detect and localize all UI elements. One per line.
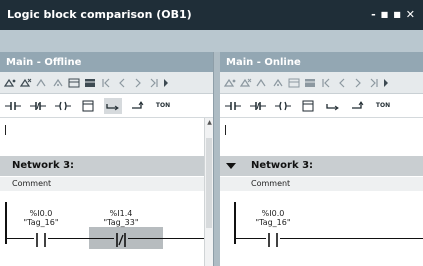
text-cursor: [225, 125, 226, 135]
last-difference-icon[interactable]: [367, 76, 381, 90]
delete-network-icon[interactable]: [19, 76, 33, 90]
first-difference-icon[interactable]: [99, 76, 113, 90]
online-pane: Main - Online TON Network 3: Comment %I0…: [220, 52, 423, 266]
offline-ladder-toolbar: TON: [0, 94, 213, 118]
coil-icon[interactable]: [274, 98, 292, 114]
more-arrow-icon[interactable]: [163, 76, 169, 90]
ton-timer-button[interactable]: TON: [374, 98, 392, 114]
compile-icon[interactable]: [255, 76, 269, 90]
download-icon[interactable]: [51, 76, 65, 90]
window-header-band: [0, 30, 423, 52]
scroll-up-arrow-icon[interactable]: ▲: [206, 118, 213, 127]
online-toolbar: [220, 72, 423, 94]
first-difference-icon[interactable]: [319, 76, 333, 90]
last-difference-icon[interactable]: [147, 76, 161, 90]
network-comment[interactable]: Comment: [220, 177, 423, 191]
restore-icon[interactable]: ■: [381, 8, 389, 22]
scroll-thumb[interactable]: [206, 138, 212, 228]
no-contact-symbol[interactable]: [34, 232, 48, 251]
next-difference-icon[interactable]: [351, 76, 365, 90]
network-comment[interactable]: Comment: [0, 177, 204, 191]
more-arrow-icon[interactable]: [383, 76, 389, 90]
network-3-header[interactable]: Network 3:: [0, 156, 204, 176]
insert-network-icon[interactable]: [223, 76, 237, 90]
rung-wire: [234, 238, 423, 239]
offline-vertical-scrollbar[interactable]: ▲: [204, 118, 213, 266]
collapse-triangle-icon[interactable]: [226, 163, 236, 169]
window-title: Logic block comparison (OB1): [7, 8, 192, 21]
compile-icon[interactable]: [35, 76, 49, 90]
text-cursor: [5, 125, 6, 135]
network-title: Network 3:: [12, 160, 75, 171]
network-3-header[interactable]: Network 3:: [220, 156, 423, 176]
coil-icon[interactable]: [54, 98, 72, 114]
nc-contact-symbol[interactable]: [114, 232, 128, 251]
close-branch-icon[interactable]: [349, 98, 367, 114]
delete-network-icon[interactable]: [239, 76, 253, 90]
open-branch-icon[interactable]: [324, 98, 342, 114]
empty-box-icon[interactable]: [299, 98, 317, 114]
online-pane-title: Main - Online: [226, 57, 301, 68]
comment-label: Comment: [12, 179, 52, 188]
offline-pane: Main - Offline TON Network 3: Comment %I…: [0, 52, 213, 266]
no-contact-icon[interactable]: [4, 98, 22, 114]
contact-tag: "Tag_33": [103, 218, 139, 227]
contact-address: %I0.0: [29, 209, 53, 218]
previous-difference-icon[interactable]: [115, 76, 129, 90]
minimize-icon[interactable]: -: [371, 8, 376, 22]
network-title: Network 3:: [251, 160, 314, 171]
block-view-icon[interactable]: [287, 76, 301, 90]
online-ladder-toolbar: TON: [220, 94, 423, 118]
overview-icon[interactable]: [83, 76, 97, 90]
contact-address: %I0.0: [261, 209, 285, 218]
offline-pane-title: Main - Offline: [6, 57, 82, 68]
pane-splitter[interactable]: [213, 52, 220, 266]
open-branch-icon[interactable]: [104, 97, 122, 114]
nc-contact-icon[interactable]: [29, 98, 47, 114]
insert-network-icon[interactable]: [3, 76, 17, 90]
offline-pane-header: Main - Offline: [0, 52, 213, 72]
contact-address: %I1.4: [109, 209, 133, 218]
maximize-icon[interactable]: ■: [393, 8, 401, 22]
contact-tag: "Tag_16": [255, 218, 291, 227]
window-controls: - ■ ■ ✕: [371, 8, 415, 22]
contact-tag: "Tag_16": [23, 218, 59, 227]
empty-box-icon[interactable]: [79, 98, 97, 114]
close-branch-icon[interactable]: [129, 98, 147, 114]
ton-timer-button[interactable]: TON: [154, 98, 172, 114]
comment-label: Comment: [251, 179, 291, 188]
online-pane-header: Main - Online: [220, 52, 423, 72]
window-title-bar: Logic block comparison (OB1): [0, 0, 423, 30]
block-view-icon[interactable]: [67, 76, 81, 90]
no-contact-icon[interactable]: [224, 98, 242, 114]
close-icon[interactable]: ✕: [406, 8, 415, 22]
previous-difference-icon[interactable]: [335, 76, 349, 90]
offline-toolbar: [0, 72, 213, 94]
no-contact-symbol[interactable]: [266, 232, 280, 251]
next-difference-icon[interactable]: [131, 76, 145, 90]
nc-contact-icon[interactable]: [249, 98, 267, 114]
download-icon[interactable]: [271, 76, 285, 90]
overview-icon[interactable]: [303, 76, 317, 90]
